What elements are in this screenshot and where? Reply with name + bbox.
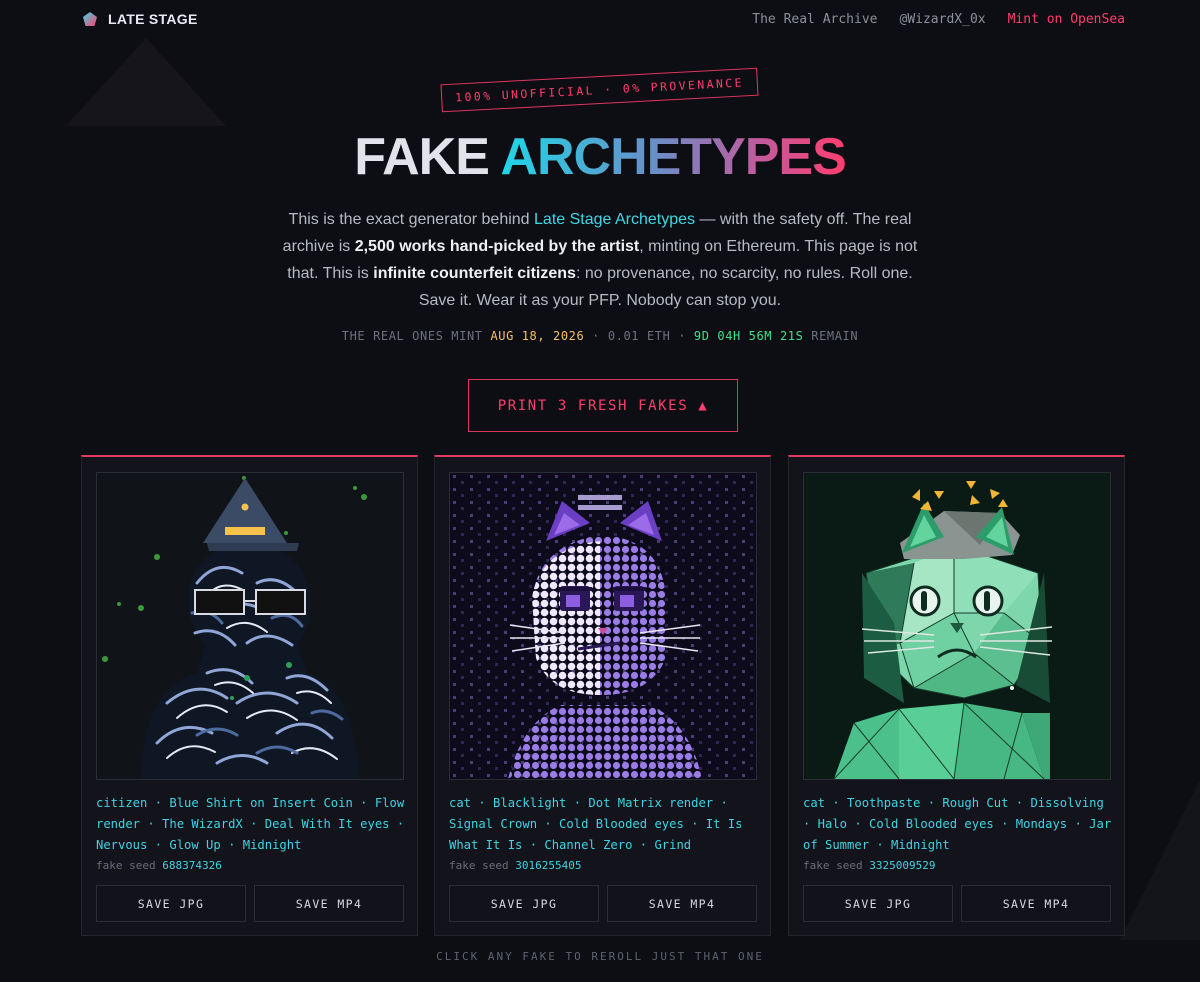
nav-link-wizardx[interactable]: @WizardX_0x <box>900 12 986 27</box>
nav-link-mint-opensea[interactable]: Mint on OpenSea <box>1008 12 1125 27</box>
mint-countdown: 9D 04H 56M 21S <box>693 329 804 343</box>
save-jpg-button[interactable]: SAVE JPG <box>803 885 953 922</box>
title-word-archetypes: ARCHETYPES <box>500 128 846 186</box>
title-word-fake: FAKE <box>354 128 490 186</box>
intro-bold: infinite counterfeit citizens <box>373 265 576 282</box>
fake-card-2: cat · Blacklight · Dot Matrix render · S… <box>434 455 771 936</box>
mint-date: AUG 18, 2026 <box>490 329 585 343</box>
save-jpg-button[interactable]: SAVE JPG <box>449 885 599 922</box>
brand-name: LATE STAGE <box>108 11 198 27</box>
nav-link-real-archive[interactable]: The Real Archive <box>752 12 877 27</box>
seed-label: fake seed <box>96 859 156 872</box>
nav-links: The Real Archive @WizardX_0x Mint on Ope… <box>752 12 1125 27</box>
intro-text: This is the exact generator behind <box>288 211 535 228</box>
intro-paragraph: This is the exact generator behind Late … <box>280 206 920 314</box>
trait-list: cat · Toothpaste · Rough Cut · Dissolvin… <box>803 796 1112 852</box>
fake-card-1: citizen · Blue Shirt on Insert Coin · Fl… <box>81 455 418 936</box>
fake-artwork-citizen[interactable] <box>96 472 404 780</box>
trait-list: cat · Blacklight · Dot Matrix render · S… <box>449 796 743 852</box>
page-title: FAKE ARCHETYPES <box>0 126 1200 188</box>
save-jpg-button[interactable]: SAVE JPG <box>96 885 246 922</box>
save-mp4-button[interactable]: SAVE MP4 <box>254 885 404 922</box>
dot-matrix-cat-image <box>450 473 756 779</box>
citizen-portrait-image <box>97 473 403 779</box>
badge-container: 100% UNOFFICIAL · 0% PROVENANCE <box>0 67 1200 113</box>
mint-countdown-line: THE REAL ONES MINT AUG 18, 2026 · 0.01 E… <box>0 329 1200 343</box>
seed-value: 688374326 <box>162 859 222 872</box>
seed-value: 3016255405 <box>515 859 582 872</box>
top-nav: LATE STAGE The Real Archive @WizardX_0x … <box>0 0 1200 38</box>
mint-suffix: REMAIN <box>803 329 859 343</box>
seed-label: fake seed <box>449 859 509 872</box>
save-mp4-button[interactable]: SAVE MP4 <box>607 885 757 922</box>
trait-list: citizen · Blue Shirt on Insert Coin · Fl… <box>96 796 405 852</box>
seed-label: fake seed <box>803 859 863 872</box>
intro-bold: 2,500 works hand-picked by the artist <box>354 238 640 255</box>
fake-artwork-toothpaste-cat[interactable] <box>803 472 1111 780</box>
reroll-hint: CLICK ANY FAKE TO REROLL JUST THAT ONE <box>436 950 764 963</box>
unofficial-badge: 100% UNOFFICIAL · 0% PROVENANCE <box>440 67 760 113</box>
seed-line: fake seed 3016255405 <box>449 859 581 872</box>
seed-value: 3325009529 <box>869 859 936 872</box>
seed-line: fake seed 688374326 <box>96 859 222 872</box>
mint-prefix: THE REAL ONES MINT <box>341 329 491 343</box>
fake-card-3: cat · Toothpaste · Rough Cut · Dissolvin… <box>788 455 1125 936</box>
brand[interactable]: LATE STAGE <box>82 11 198 27</box>
print-fresh-fakes-button[interactable]: PRINT 3 FRESH FAKES ▲ <box>468 379 738 432</box>
pentagon-logo-icon <box>83 12 97 26</box>
save-mp4-button[interactable]: SAVE MP4 <box>961 885 1111 922</box>
late-stage-archetypes-link[interactable]: Late Stage Archetypes <box>534 211 695 228</box>
background-triangle <box>1120 760 1200 940</box>
mint-price: · 0.01 ETH · <box>584 329 694 343</box>
seed-line: fake seed 3325009529 <box>803 859 935 872</box>
fake-artwork-blacklight-cat[interactable] <box>449 472 757 780</box>
low-poly-cat-image <box>804 473 1110 779</box>
